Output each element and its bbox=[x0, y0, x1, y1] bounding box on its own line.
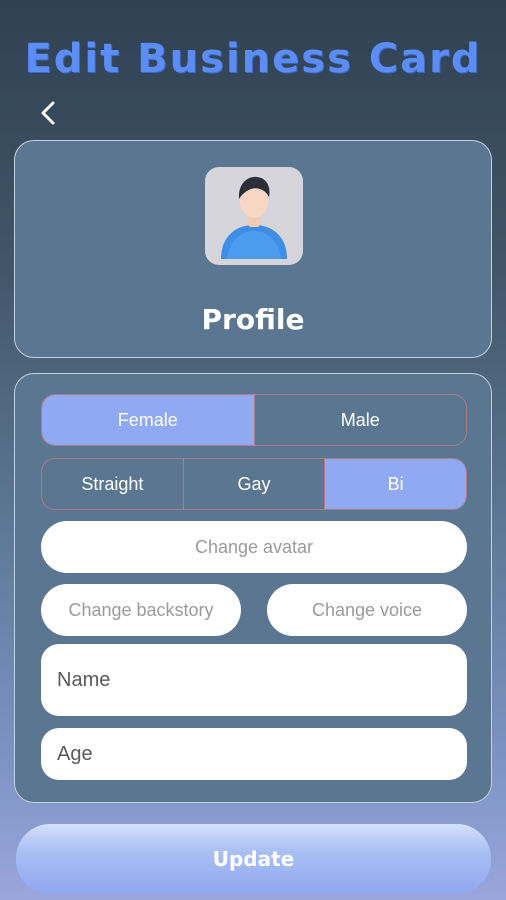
form-card: Female Male Straight Gay Bi Change avata… bbox=[14, 373, 492, 803]
profile-label: Profile bbox=[201, 303, 305, 336]
change-voice-button[interactable]: Change voice bbox=[267, 584, 467, 636]
orientation-option-gay[interactable]: Gay bbox=[182, 459, 325, 509]
gender-selector: Female Male bbox=[41, 394, 467, 446]
chevron-left-icon bbox=[41, 101, 55, 125]
change-avatar-button[interactable]: Change avatar bbox=[41, 521, 467, 573]
change-backstory-button[interactable]: Change backstory bbox=[41, 584, 241, 636]
orientation-option-straight[interactable]: Straight bbox=[42, 459, 183, 509]
update-button[interactable]: Update bbox=[16, 824, 491, 894]
person-avatar-icon bbox=[221, 176, 287, 259]
gender-option-male[interactable]: Male bbox=[253, 395, 467, 445]
orientation-option-bi[interactable]: Bi bbox=[324, 459, 466, 509]
profile-card: Profile bbox=[14, 140, 492, 358]
name-input[interactable] bbox=[41, 644, 467, 716]
avatar[interactable] bbox=[205, 167, 303, 265]
back-button[interactable] bbox=[34, 98, 62, 128]
orientation-selector: Straight Gay Bi bbox=[41, 458, 467, 510]
page-title: Edit Business Card bbox=[24, 36, 482, 82]
age-input[interactable] bbox=[41, 728, 467, 780]
gender-option-female[interactable]: Female bbox=[42, 395, 254, 445]
